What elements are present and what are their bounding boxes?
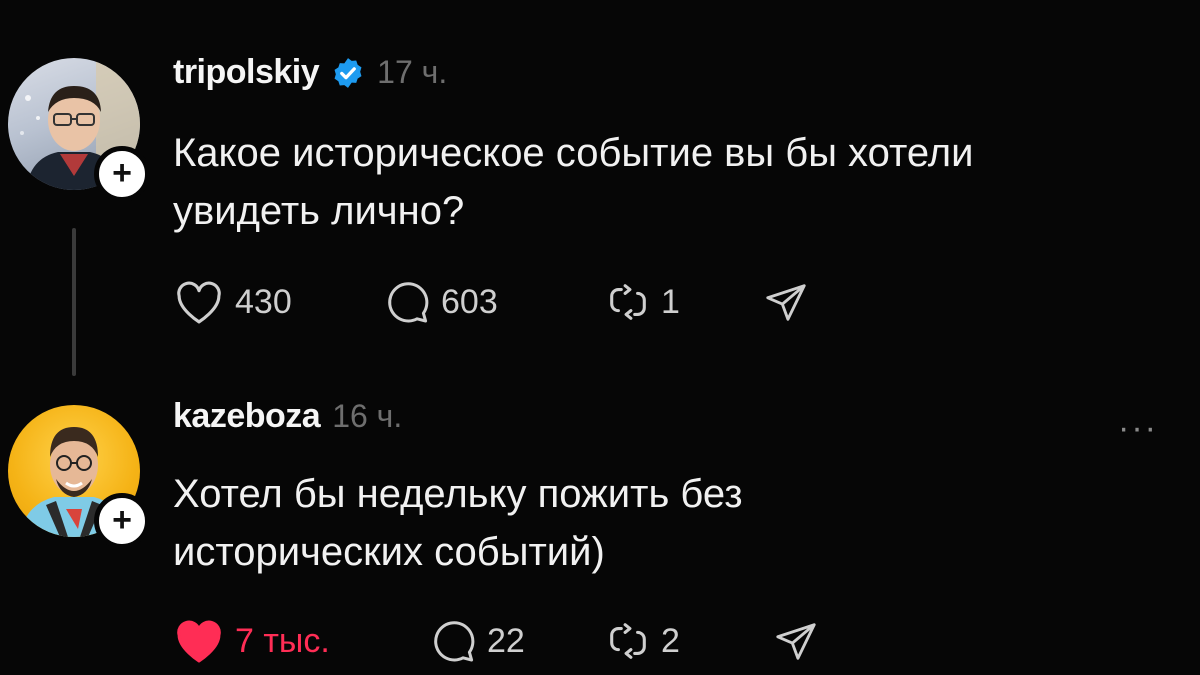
share-button[interactable]: [763, 279, 809, 325]
heart-filled-icon: [177, 620, 221, 663]
post-text-line: Хотел бы недельку пожить без: [173, 472, 743, 516]
post-text: Какое историческое событие вы бы хотели …: [173, 124, 1173, 240]
post-text: Хотел бы недельку пожить без исторически…: [173, 465, 1173, 581]
username[interactable]: tripolskiy: [173, 53, 320, 92]
share-icon: [766, 284, 806, 321]
heart-icon: [177, 281, 221, 324]
like-count: 7 тыс.: [235, 621, 330, 660]
thread-post: + tripolskiy 17 ч. Какое историческое со…: [0, 0, 1200, 395]
username[interactable]: kazeboza: [173, 397, 321, 436]
share-button[interactable]: [773, 618, 819, 664]
repost-button[interactable]: 2: [605, 618, 773, 664]
repost-button[interactable]: 1: [605, 279, 763, 325]
like-count: 430: [235, 282, 292, 321]
share-icon: [776, 623, 816, 660]
avatar-container[interactable]: +: [8, 58, 150, 202]
post-actions: 7 тыс. 22 2: [173, 617, 819, 665]
reply-count: 603: [441, 282, 498, 321]
post-text-line: исторических событий): [173, 530, 605, 574]
comment-icon: [388, 282, 429, 323]
reply-button[interactable]: 603: [383, 278, 605, 326]
reply-count: 22: [487, 621, 525, 660]
follow-button[interactable]: +: [94, 493, 150, 549]
reply-button[interactable]: 22: [429, 617, 605, 665]
repost-icon: [610, 284, 646, 320]
follow-button[interactable]: +: [94, 146, 150, 202]
repost-count: 2: [661, 621, 680, 660]
more-options-icon[interactable]: ···: [1118, 409, 1158, 448]
post-actions: 430 603 1: [173, 278, 809, 326]
post-header: kazeboza 16 ч.: [173, 397, 402, 436]
repost-icon: [610, 623, 646, 659]
comment-icon: [434, 621, 475, 662]
repost-count: 1: [661, 282, 680, 321]
post-timestamp: 16 ч.: [332, 398, 403, 434]
verified-badge-icon: [334, 57, 362, 88]
post-text-line: Какое историческое событие вы бы хотели: [173, 131, 974, 175]
like-button[interactable]: 430: [173, 279, 383, 325]
thread-post: + kazeboza 16 ч. ··· Хотел бы недельку п…: [0, 395, 1200, 675]
like-button[interactable]: 7 тыс.: [173, 618, 429, 664]
avatar-container[interactable]: +: [8, 405, 150, 549]
post-header: tripolskiy 17 ч.: [173, 53, 447, 92]
post-text-line: увидеть лично?: [173, 189, 465, 233]
thread-connector-line: [72, 228, 76, 376]
post-timestamp: 17 ч.: [377, 54, 448, 90]
